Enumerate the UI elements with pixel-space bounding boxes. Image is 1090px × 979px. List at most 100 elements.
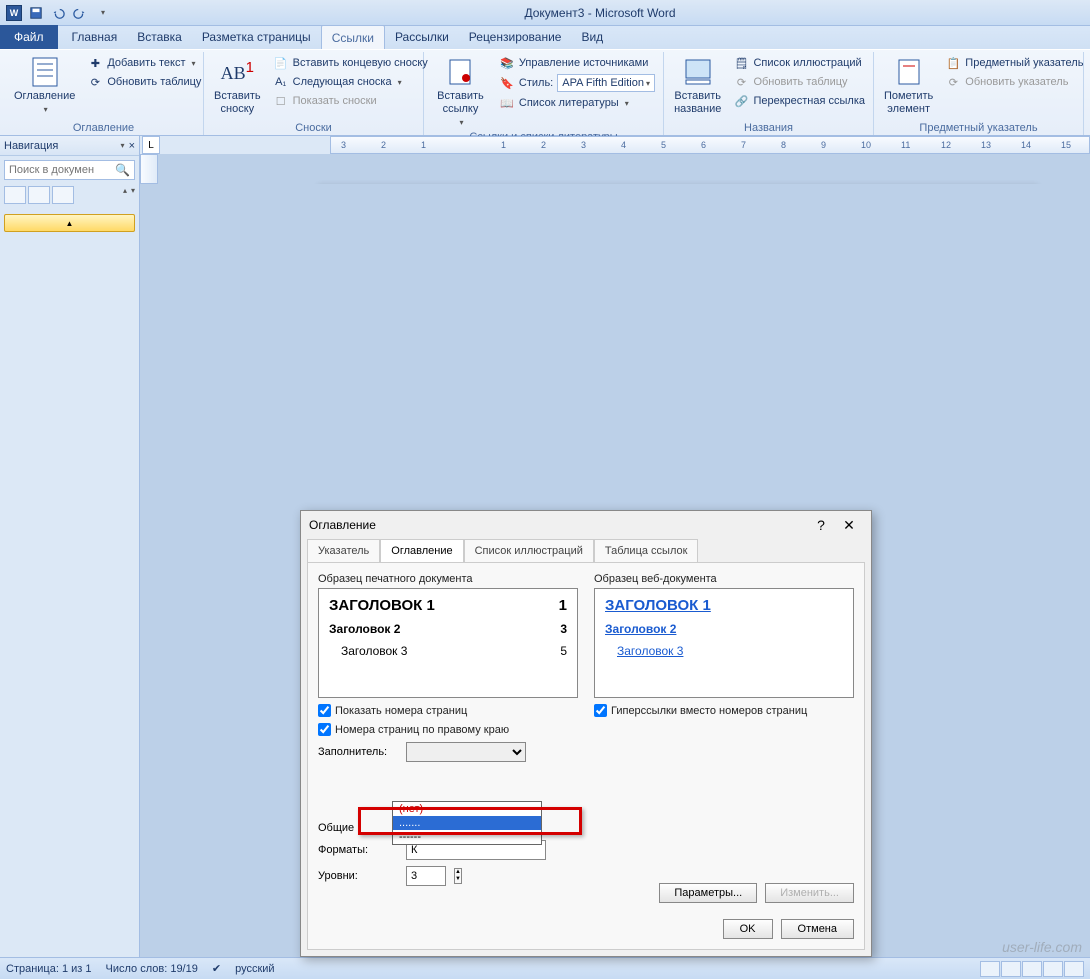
vertical-ruler[interactable] (140, 154, 158, 184)
insert-caption-button[interactable]: Вставить название (670, 54, 725, 118)
show-notes-icon: ☐ (273, 93, 289, 109)
ribbon-content: Оглавление▾ ✚Добавить текст▾ ⟳Обновить т… (0, 50, 1090, 136)
dialog-tab-index[interactable]: Указатель (307, 539, 380, 563)
view-outline[interactable] (1043, 961, 1063, 977)
show-footnotes-button[interactable]: ☐Показать сноски (271, 92, 430, 110)
cancel-button[interactable]: Отмена (781, 919, 854, 939)
nav-search-box[interactable]: 🔍 (4, 160, 135, 180)
ribbon-tabs: Файл Главная Вставка Разметка страницы С… (0, 26, 1090, 50)
nav-search-input[interactable] (9, 164, 115, 176)
show-pagenum-checkbox[interactable]: Показать номера страниц (318, 704, 578, 717)
citation-icon (444, 56, 476, 88)
toc-button[interactable]: Оглавление▾ (10, 54, 79, 117)
qat-customize-icon[interactable]: ▾ (92, 3, 112, 23)
options-button[interactable]: Параметры... (659, 883, 757, 903)
next-footnote-icon: A₁ (273, 74, 289, 90)
save-icon[interactable] (26, 3, 46, 23)
help-icon[interactable]: ? (807, 517, 835, 533)
ok-button[interactable]: OK (723, 919, 773, 939)
insert-footnote-label: Вставить сноску (214, 90, 261, 116)
nav-dropdown-icon[interactable]: ▾ (121, 141, 125, 150)
dialog-tab-toa[interactable]: Таблица ссылок (594, 539, 699, 563)
undo-icon[interactable] (48, 3, 68, 23)
insert-endnote-button[interactable]: 📄Вставить концевую сноску (271, 54, 430, 72)
spinner-down-icon[interactable]: ▼ (455, 876, 461, 883)
web-preview-label: Образец веб-документа (594, 573, 854, 585)
ruler-toggle-button[interactable]: L (142, 136, 160, 154)
search-icon[interactable]: 🔍 (115, 163, 130, 177)
nav-view-headings[interactable] (4, 186, 26, 204)
levels-label: Уровни: (318, 870, 398, 882)
title-bar: W ▾ Документ3 - Microsoft Word (0, 0, 1090, 26)
mark-entry-label: Пометить элемент (884, 90, 933, 116)
redo-icon[interactable] (70, 3, 90, 23)
caption-icon (682, 56, 714, 88)
navigation-header: Навигация ▾ × (0, 136, 139, 156)
view-web-layout[interactable] (1022, 961, 1042, 977)
bibliography-icon: 📖 (499, 95, 515, 111)
status-word-count[interactable]: Число слов: 19/19 (106, 963, 198, 975)
update-tof-button[interactable]: ⟳Обновить таблицу (731, 73, 867, 91)
word-app-icon[interactable]: W (4, 3, 24, 23)
tab-review[interactable]: Рецензирование (459, 25, 572, 49)
bibliography-button[interactable]: 📖Список литературы▾ (497, 94, 657, 112)
tab-insert[interactable]: Вставка (127, 25, 192, 49)
tab-view[interactable]: Вид (571, 25, 613, 49)
leader-combobox[interactable] (406, 742, 526, 762)
toc-button-label: Оглавление (14, 90, 75, 103)
nav-view-results[interactable] (52, 186, 74, 204)
view-print-layout[interactable] (980, 961, 1000, 977)
tab-home[interactable]: Главная (62, 25, 128, 49)
nav-view-pages[interactable] (28, 186, 50, 204)
spinner-up-icon[interactable]: ▲ (455, 869, 461, 876)
close-icon[interactable]: ✕ (835, 517, 863, 534)
insert-tof-button[interactable]: 🗒Список иллюстраций (731, 54, 867, 72)
insert-citation-label: Вставить ссылку (434, 90, 487, 116)
insert-citation-button[interactable]: Вставить ссылку▾ (430, 54, 491, 130)
modify-button[interactable]: Изменить... (765, 883, 854, 903)
view-draft[interactable] (1064, 961, 1084, 977)
view-fullscreen[interactable] (1001, 961, 1021, 977)
tof-icon: 🗒 (733, 55, 749, 71)
leader-option-dots[interactable]: ....... (393, 816, 541, 830)
mark-entry-icon (893, 56, 925, 88)
style-icon: 🔖 (499, 75, 515, 91)
insert-caption-label: Вставить название (674, 90, 721, 116)
tab-mailings[interactable]: Рассылки (385, 25, 459, 49)
dialog-tab-tof[interactable]: Список иллюстраций (464, 539, 594, 563)
toc-dialog: Оглавление ? ✕ Указатель Оглавление Спис… (300, 510, 872, 957)
insert-index-button[interactable]: 📋Предметный указатель (943, 54, 1085, 72)
nav-collapse-button[interactable]: ▲ (4, 214, 135, 232)
mark-entry-button[interactable]: Пометить элемент (880, 54, 937, 118)
horizontal-ruler[interactable]: 321 123 456 789 101112 131415 1617 (330, 136, 1090, 154)
citation-style-selector[interactable]: 🔖Стиль: APA Fifth Edition▾ (497, 73, 657, 93)
add-text-button[interactable]: ✚Добавить текст▾ (85, 54, 203, 72)
insert-footnote-button[interactable]: AB1 Вставить сноску (210, 54, 265, 118)
nav-next-icon[interactable]: ▾ (131, 186, 135, 204)
nav-prev-icon[interactable]: ▴ (123, 186, 127, 204)
dialog-titlebar[interactable]: Оглавление ? ✕ (301, 511, 871, 539)
footnote-icon: AB1 (221, 56, 253, 88)
update-index-button[interactable]: ⟳Обновить указатель (943, 73, 1085, 91)
leader-option-dashes[interactable]: ------ (393, 830, 541, 844)
tab-page-layout[interactable]: Разметка страницы (192, 25, 321, 49)
leader-option-none[interactable]: (нет) (393, 802, 541, 816)
endnote-icon: 📄 (273, 55, 289, 71)
right-align-checkbox[interactable]: Номера страниц по правому краю (318, 723, 578, 736)
file-tab[interactable]: Файл (0, 25, 58, 49)
status-language[interactable]: русский (235, 963, 274, 975)
status-page[interactable]: Страница: 1 из 1 (6, 963, 92, 975)
hyperlinks-checkbox[interactable]: Гиперссылки вместо номеров страниц (594, 704, 854, 717)
update-toc-button[interactable]: ⟳Обновить таблицу (85, 73, 203, 91)
nav-close-icon[interactable]: × (129, 140, 135, 152)
tab-references[interactable]: Ссылки (321, 25, 385, 49)
leader-dropdown-list[interactable]: (нет) ....... ------ (392, 801, 542, 845)
add-text-icon: ✚ (87, 55, 103, 71)
next-footnote-button[interactable]: A₁Следующая сноска▾ (271, 73, 430, 91)
manage-sources-button[interactable]: 📚Управление источниками (497, 54, 657, 72)
spellcheck-icon[interactable]: ✔ (212, 962, 221, 975)
cross-reference-button[interactable]: 🔗Перекрестная ссылка (731, 92, 867, 110)
dialog-tab-toc[interactable]: Оглавление (380, 539, 463, 563)
index-icon: 📋 (945, 55, 961, 71)
levels-spinner[interactable] (406, 866, 446, 886)
